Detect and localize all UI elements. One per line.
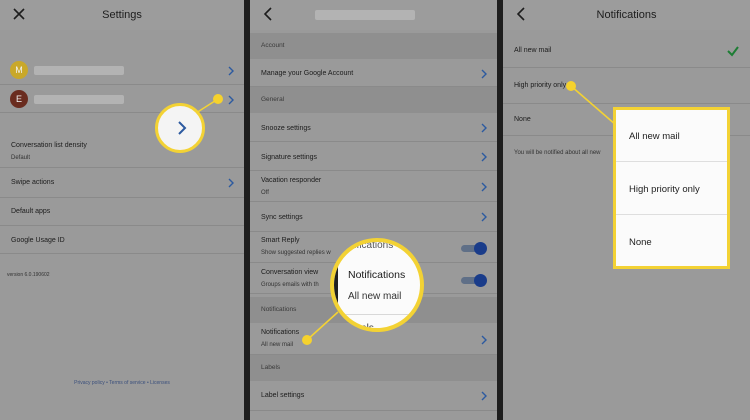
zoomed-chevron-callout <box>155 103 205 153</box>
chevron-right-icon <box>481 69 487 79</box>
setting-label: Signature settings <box>261 154 318 161</box>
account-email-redacted <box>315 10 415 20</box>
chevron-right-icon <box>178 121 187 135</box>
label-settings[interactable]: Label settings <box>250 381 497 411</box>
sync-settings[interactable]: Sync settings <box>250 202 497 232</box>
avatar: E <box>10 90 28 108</box>
highlight-dot <box>302 335 312 345</box>
vacation-responder[interactable]: Vacation responder Off <box>250 171 497 202</box>
chevron-right-icon <box>481 391 487 401</box>
smart-reply-toggle[interactable] <box>461 242 487 255</box>
settings-screen: Settings M E Conversation list density D… <box>0 0 244 420</box>
setting-label: Sync settings <box>261 214 303 221</box>
setting-conversation-density[interactable]: Conversation list density Default <box>0 138 244 168</box>
setting-label: Conversation list density <box>11 142 87 149</box>
setting-label: Conversation view <box>261 269 319 276</box>
terms-of-service-link[interactable]: Terms of service <box>109 380 145 386</box>
setting-value: Off <box>261 190 269 196</box>
footer-links: Privacy policy • Terms of service • Lice… <box>0 380 244 386</box>
licenses-link[interactable]: Licenses <box>150 380 170 386</box>
manage-google-account[interactable]: Manage your Google Account <box>250 59 497 87</box>
magnified-divider <box>334 314 420 315</box>
section-title: General <box>261 96 285 103</box>
back-arrow-icon[interactable] <box>259 4 279 24</box>
chevron-right-icon <box>228 178 234 188</box>
setting-value: Default <box>11 155 31 161</box>
conversation-view-toggle[interactable] <box>461 274 487 287</box>
setting-swipe-actions[interactable]: Swipe actions <box>0 168 244 198</box>
option-label: All new mail <box>514 47 552 54</box>
setting-label: Smart Reply <box>261 237 300 244</box>
page-title: Notifications <box>596 9 657 21</box>
chevron-right-icon <box>481 212 487 222</box>
chevron-right-icon <box>481 335 487 345</box>
chevron-right-icon <box>481 123 487 133</box>
notifications-magnifier-callout: otifications Notifications All new mail … <box>330 238 424 332</box>
setting-description: Show suggested replies w <box>261 250 331 256</box>
setting-label: Default apps <box>11 208 51 215</box>
magnified-fragment: otifications <box>346 240 394 251</box>
footer-separator: • <box>146 380 149 386</box>
highlight-dot <box>213 94 223 104</box>
signature-settings[interactable]: Signature settings <box>250 142 497 171</box>
option-high-priority-only[interactable]: High priority only <box>503 68 750 104</box>
highlight-dot <box>566 81 576 91</box>
account-row-m[interactable]: M <box>0 57 244 85</box>
option-label: None <box>629 237 652 248</box>
checkmark-icon <box>727 46 739 57</box>
avatar: M <box>10 61 28 79</box>
setting-label: Notifications <box>261 329 300 336</box>
option-label: High priority only <box>629 184 700 195</box>
chevron-right-icon <box>481 152 487 162</box>
magnified-notifications-value: All new mail <box>348 291 402 302</box>
privacy-policy-link[interactable]: Privacy policy <box>74 380 105 386</box>
setting-google-usage-id[interactable]: Google Usage ID <box>0 226 244 254</box>
setting-value: All new mail <box>261 342 294 348</box>
notification-options-popup: All new mail High priority only None <box>613 107 730 269</box>
setting-label: Snooze settings <box>261 125 311 132</box>
option-label: High priority only <box>514 82 567 89</box>
magnified-notifications-label: Notifications <box>348 269 406 281</box>
setting-default-apps[interactable]: Default apps <box>0 198 244 226</box>
snooze-settings[interactable]: Snooze settings <box>250 113 497 142</box>
settings-top-bar: Settings <box>0 0 244 30</box>
section-title: Notifications <box>261 306 297 313</box>
chevron-right-icon <box>481 182 487 192</box>
chevron-right-icon <box>228 66 234 76</box>
account-row-e[interactable]: E <box>0 85 244 113</box>
chevron-right-icon <box>228 95 234 105</box>
popup-option-high-priority-only[interactable]: High priority only <box>616 163 727 215</box>
account-email-redacted <box>34 95 124 104</box>
account-settings-screen: Account Manage your Google Account Gener… <box>250 0 497 420</box>
notification-info-text: You will be notified about all new <box>514 150 601 156</box>
section-title: Account <box>261 42 285 49</box>
option-all-new-mail[interactable]: All new mail <box>503 36 750 68</box>
option-label: All new mail <box>629 131 680 142</box>
setting-label: Google Usage ID <box>11 237 65 244</box>
setting-description: Groups emails with th <box>261 282 319 288</box>
setting-label: Vacation responder <box>261 177 322 184</box>
setting-label: Label settings <box>261 392 305 399</box>
footer-separator: • <box>106 380 108 386</box>
setting-label: Manage your Google Account <box>261 70 354 77</box>
section-account: Account <box>250 33 497 59</box>
version-text: version 6.0.190602 <box>7 272 50 278</box>
section-general: General <box>250 87 497 113</box>
popup-option-none[interactable]: None <box>616 216 727 268</box>
section-labels: Labels <box>250 355 497 381</box>
page-title: Settings <box>102 9 142 21</box>
section-title: Labels <box>261 364 281 371</box>
popup-option-all-new-mail[interactable]: All new mail <box>616 110 727 162</box>
account-top-bar <box>250 0 497 30</box>
option-label: None <box>514 116 531 123</box>
account-email-redacted <box>34 66 124 75</box>
notifications-top-bar: Notifications <box>503 0 750 30</box>
setting-label: Swipe actions <box>11 179 55 186</box>
